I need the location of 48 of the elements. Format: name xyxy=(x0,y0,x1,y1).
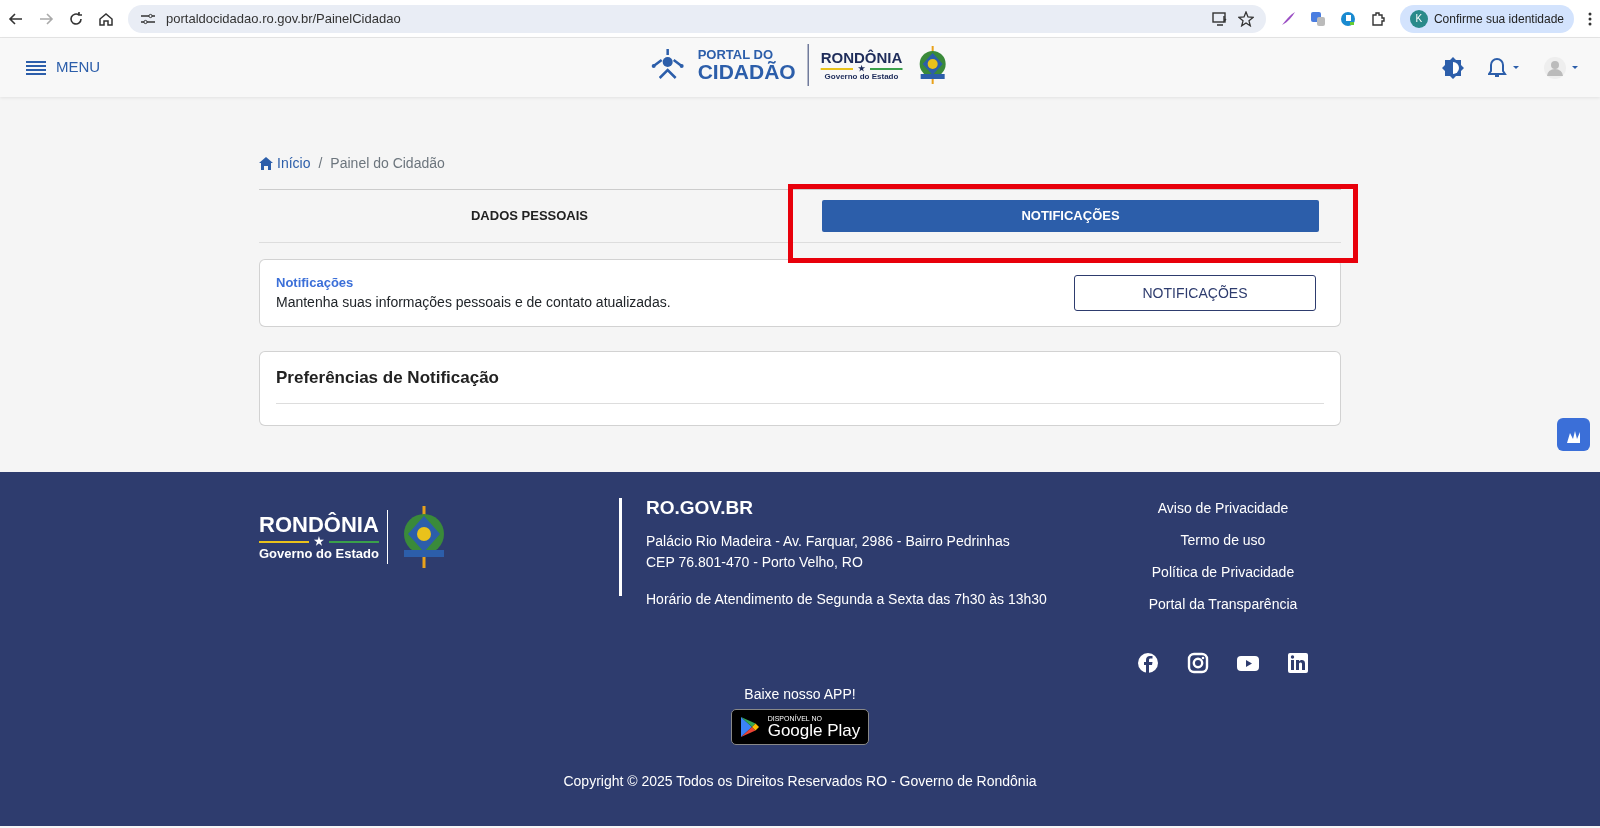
card-title: Preferências de Notificação xyxy=(276,352,1324,404)
home-icon[interactable] xyxy=(98,10,114,27)
footer-link[interactable]: Portal da Transparência xyxy=(1148,594,1298,615)
breadcrumb-link[interactable]: Início xyxy=(259,152,311,174)
tab[interactable]: NOTIFICAÇÕES xyxy=(822,200,1319,232)
home-icon xyxy=(259,156,273,170)
instagram-icon[interactable] xyxy=(1187,652,1209,674)
extensions-icon[interactable] xyxy=(1369,10,1386,27)
app-download-label: Baixe nosso APP! xyxy=(744,685,856,704)
notification-bell-dropdown-icon[interactable] xyxy=(1488,56,1520,79)
breadcrumb-current: Painel do Cidadão xyxy=(330,153,445,173)
state-logo-text: RONDÔNIA ★ Governo do Estado xyxy=(820,49,903,81)
url-text: portaldocidadao.ro.gov.br/PainelCidadao xyxy=(166,9,402,28)
play-store-icon xyxy=(739,716,760,738)
facebook-icon[interactable] xyxy=(1137,652,1159,674)
footer-link[interactable]: Política de Privacidade xyxy=(1151,562,1295,583)
address-line: CEP 76.801-470 - Porto Velho, RO xyxy=(646,552,864,572)
extension-badge-icon[interactable] xyxy=(1339,10,1356,27)
footer-link[interactable]: Termo de uso xyxy=(1180,530,1266,551)
copyright-text: Copyright © 2025 Todos os Direitos Reservados RO - Governo de Rondônia xyxy=(563,772,1037,791)
menu-icon xyxy=(26,59,46,76)
profile-button[interactable]: K Confirme sua identidade xyxy=(1399,4,1574,33)
linkedin-icon[interactable] xyxy=(1287,652,1309,674)
install-icon[interactable] xyxy=(1211,11,1228,26)
quill-icon[interactable] xyxy=(1279,10,1296,27)
notifications-button[interactable]: NOTIFICAÇÕES xyxy=(1074,275,1316,311)
footer-link[interactable]: Aviso de Privacidade xyxy=(1157,498,1289,519)
translate-icon[interactable] xyxy=(1309,10,1326,27)
avatar-initial: K xyxy=(1409,9,1428,28)
reload-icon[interactable] xyxy=(68,10,84,27)
profile-label: Confirme sua identidade xyxy=(1433,10,1564,28)
contrast-icon[interactable] xyxy=(1442,56,1464,79)
address-line: Palácio Rio Madeira - Av. Farquar, 2986 - Bairro Pedrinhas xyxy=(646,531,1011,551)
address-bar[interactable]: portaldocidadao.ro.gov.br/PainelCidadao xyxy=(128,4,1266,33)
accessibility-button[interactable] xyxy=(1557,418,1590,451)
more-menu-icon[interactable] xyxy=(1588,10,1592,27)
card-description: Mantenha suas informações pessoais e de contato atualizadas. xyxy=(276,293,671,313)
portal-logo-text: PORTAL DO CIDADÃO xyxy=(697,48,796,82)
breadcrumb-separator: / xyxy=(318,153,323,173)
footer-logo-text: RONDÔNIA ★ Governo do Estado xyxy=(259,514,379,560)
star-icon[interactable] xyxy=(1237,10,1254,27)
opening-hours: Horário de Atendimento de Segunda a Sexta das 7h30 às 13h30 xyxy=(646,589,1048,609)
card-title: Notificações xyxy=(276,273,355,292)
back-icon[interactable] xyxy=(8,10,24,27)
menu-button[interactable]: MENU xyxy=(20,55,107,80)
site-title: RO.GOV.BR xyxy=(646,496,754,520)
tab[interactable]: DADOS PESSOAIS xyxy=(281,200,778,232)
site-settings-icon[interactable] xyxy=(140,11,156,26)
